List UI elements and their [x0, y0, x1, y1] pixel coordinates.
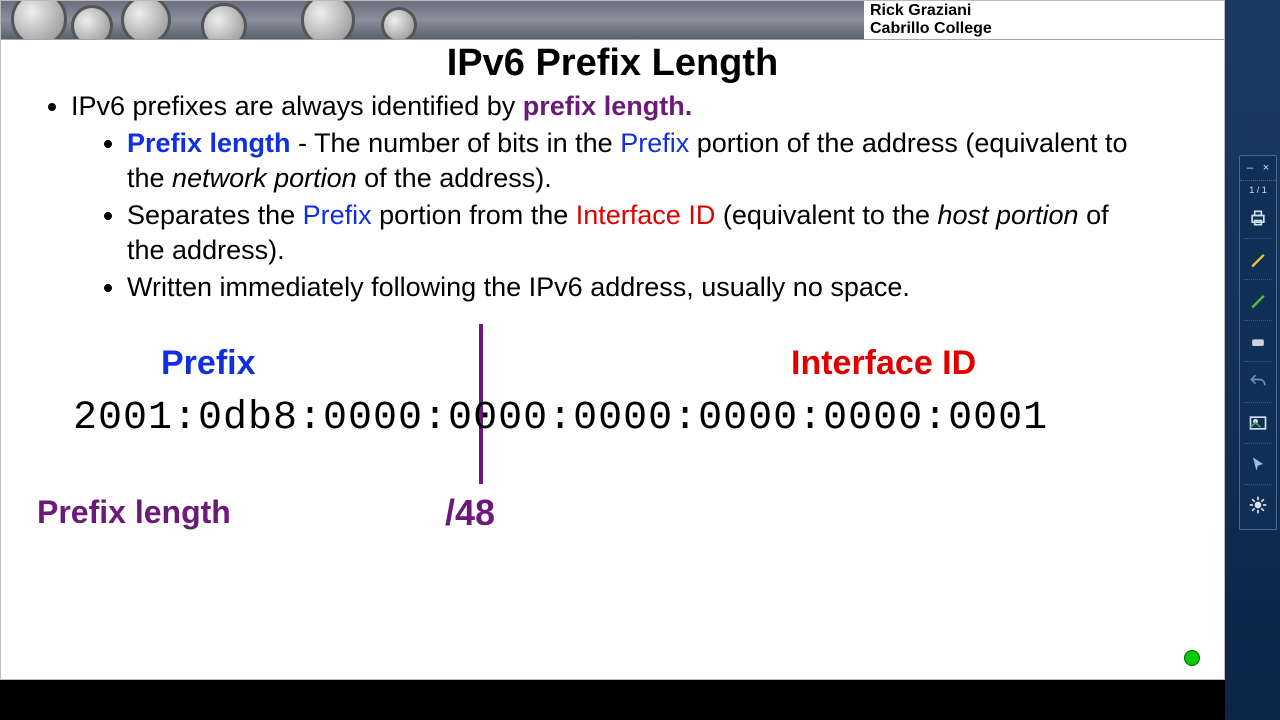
minimize-button[interactable]: –	[1247, 162, 1253, 174]
attribution-line2: Cabrillo College	[870, 20, 1218, 38]
slide-title: IPv6 Prefix Length	[1, 42, 1224, 85]
eraser-icon[interactable]	[1244, 321, 1272, 362]
prefix-length-value: /48	[445, 492, 495, 534]
slide: Rick Graziani Cabrillo College IPv6 Pref…	[0, 0, 1225, 680]
prefix-heading: Prefix	[161, 344, 256, 383]
interface-heading: Interface ID	[791, 344, 976, 383]
annotation-toolbar: – × 1 / 1	[1239, 155, 1277, 530]
undo-icon[interactable]	[1244, 362, 1272, 403]
subbullet-1: Prefix length - The number of bits in th…	[127, 126, 1137, 196]
subbullet-2: Separates the Prefix portion from the In…	[127, 198, 1137, 268]
stage: Rick Graziani Cabrillo College IPv6 Pref…	[0, 0, 1280, 720]
page-indicator: 1 / 1	[1240, 185, 1276, 198]
banner: Rick Graziani Cabrillo College	[1, 1, 1224, 40]
recording-indicator-icon	[1184, 650, 1200, 666]
prefix-length-label: Prefix length	[37, 494, 231, 531]
close-button[interactable]: ×	[1263, 162, 1269, 174]
bullet-list: IPv6 prefixes are always identified by p…	[71, 89, 1224, 306]
bullet-1: IPv6 prefixes are always identified by p…	[71, 89, 1151, 306]
attribution: Rick Graziani Cabrillo College	[864, 1, 1224, 39]
pen-yellow-icon[interactable]	[1244, 239, 1272, 280]
picture-icon[interactable]	[1244, 403, 1272, 444]
subbullet-3: Written immediately following the IPv6 a…	[127, 270, 1137, 305]
gear-icon[interactable]	[1244, 485, 1272, 525]
ipv6-address: 2001:0db8:0000:0000:0000:0000:0000:0001	[73, 396, 1048, 441]
pen-green-icon[interactable]	[1244, 280, 1272, 321]
attribution-line1: Rick Graziani	[870, 2, 1218, 20]
pointer-icon[interactable]	[1244, 444, 1272, 485]
printer-icon[interactable]	[1244, 198, 1272, 239]
address-diagram: Prefix Interface ID 2001:0db8:0000:0000:…	[1, 324, 1224, 584]
